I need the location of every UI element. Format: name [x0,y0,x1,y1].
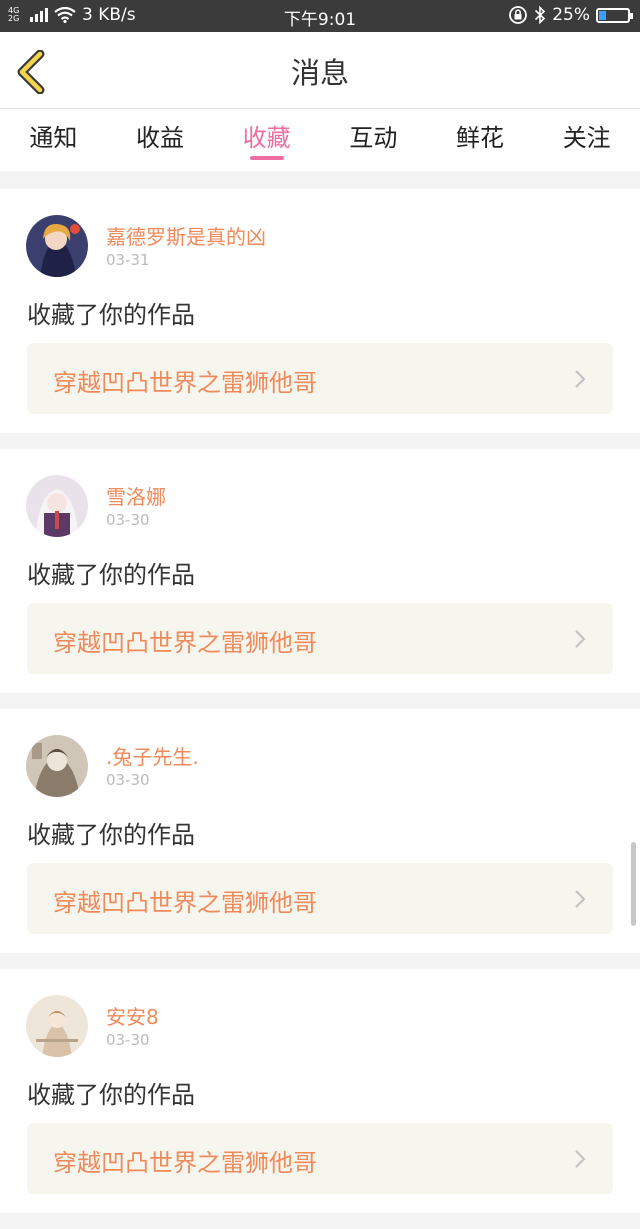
work-title: 穿越凹凸世界之雷狮他哥 [53,369,317,397]
list-item: .兔子先生. 03-30 收藏了你的作品 穿越凹凸世界之雷狮他哥 [0,709,640,953]
username[interactable]: .兔子先生. [106,741,199,770]
list-item: 雪洛娜 03-30 收藏了你的作品 穿越凹凸世界之雷狮他哥 [0,449,640,693]
avatar[interactable] [26,215,88,277]
header-bar: 消息 [0,32,640,109]
work-title: 穿越凹凸世界之雷狮他哥 [53,889,317,917]
list-item: 安安8 03-30 收藏了你的作品 穿越凹凸世界之雷狮他哥 [0,969,640,1213]
activity-text: 收藏了你的作品 [27,301,195,329]
activity-text: 收藏了你的作品 [27,1081,195,1109]
work-link[interactable]: 穿越凹凸世界之雷狮他哥 [27,1123,613,1194]
battery-icon [596,7,633,23]
chevron-right-icon [575,1150,586,1168]
tab-earnings[interactable]: 收益 [107,109,214,171]
timestamp: 03-30 [106,771,150,789]
tab-notifications[interactable]: 通知 [0,109,107,171]
rotation-lock-icon [509,6,528,24]
chevron-right-icon [575,370,586,388]
favorites-feed: 嘉德罗斯是真的凶 03-31 收藏了你的作品 穿越凹凸世界之雷狮他哥 雪洛娜 0… [0,189,640,1229]
list-item: 嘉德罗斯是真的凶 03-31 收藏了你的作品 穿越凹凸世界之雷狮他哥 [0,189,640,433]
work-title: 穿越凹凸世界之雷狮他哥 [53,1149,317,1177]
page-title: 消息 [290,56,349,90]
avatar[interactable] [26,475,88,537]
tab-favorites[interactable]: 收藏 [213,109,320,171]
work-link[interactable]: 穿越凹凸世界之雷狮他哥 [27,863,613,934]
status-bar: 4G 2G 3 KB/s 下午9:01 25% [0,0,640,32]
bluetooth-icon [535,5,546,25]
tab-bar: 通知 收益 收藏 互动 鲜花 关注 [0,109,640,171]
activity-text: 收藏了你的作品 [27,821,195,849]
username[interactable]: 安安8 [106,1001,159,1030]
timestamp: 03-31 [106,251,150,269]
avatar[interactable] [26,735,88,797]
timestamp: 03-30 [106,511,150,529]
battery-percent: 25% [552,5,590,25]
chevron-right-icon [575,630,586,648]
tab-following[interactable]: 关注 [533,109,640,171]
chevron-right-icon [575,890,586,908]
work-link[interactable]: 穿越凹凸世界之雷狮他哥 [27,603,613,674]
timestamp: 03-30 [106,1031,150,1049]
tab-interactions[interactable]: 互动 [320,109,427,171]
tab-flowers[interactable]: 鲜花 [427,109,534,171]
avatar[interactable] [26,995,88,1057]
work-link[interactable]: 穿越凹凸世界之雷狮他哥 [27,343,613,414]
work-title: 穿越凹凸世界之雷狮他哥 [53,629,317,657]
activity-text: 收藏了你的作品 [27,561,195,589]
scrollbar[interactable] [631,842,636,926]
username[interactable]: 嘉德罗斯是真的凶 [106,221,266,250]
status-right: 25% [508,5,633,25]
username[interactable]: 雪洛娜 [106,481,166,510]
